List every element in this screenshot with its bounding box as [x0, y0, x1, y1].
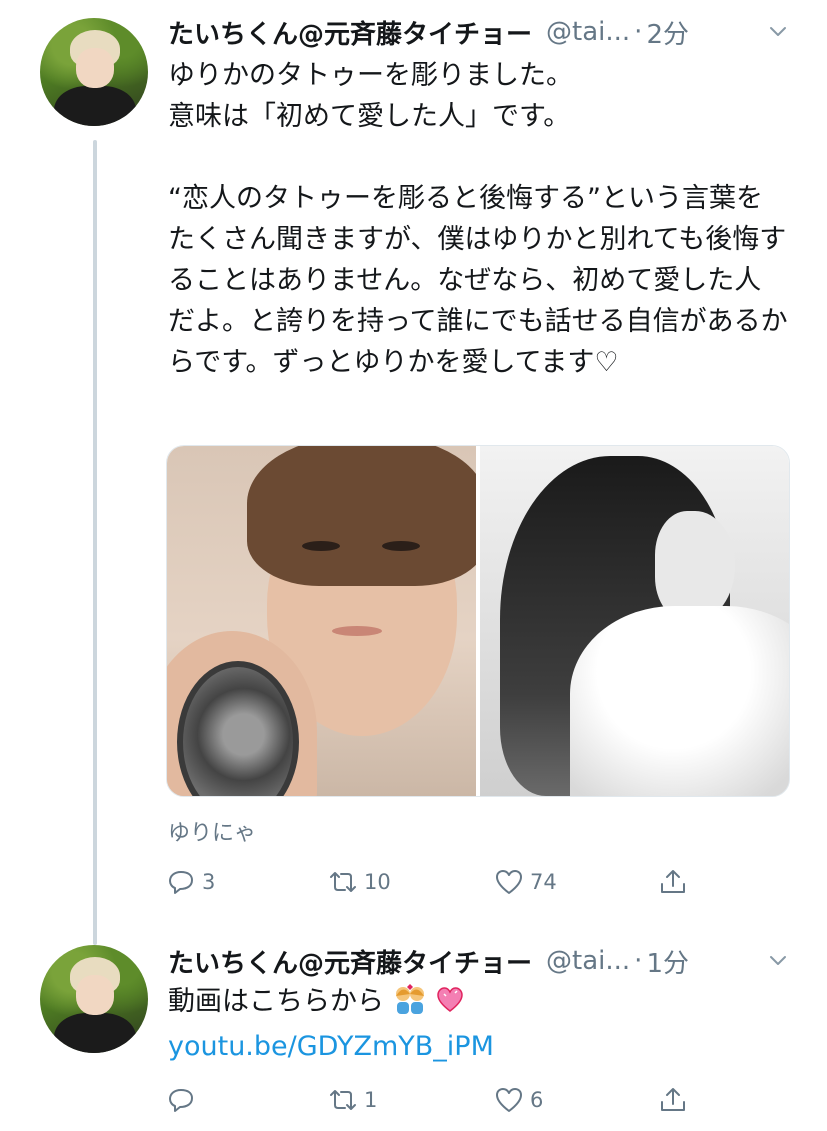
chevron-down-icon[interactable]: [768, 951, 788, 971]
avatar[interactable]: [40, 945, 148, 1053]
reply-icon: [169, 871, 193, 894]
display-name[interactable]: たいちくん@元斉藤タイチョー: [168, 943, 532, 980]
thread-connector: [93, 140, 97, 945]
like-count: 6: [530, 1088, 544, 1112]
media-photo-right[interactable]: [480, 446, 789, 796]
like-button[interactable]: 6: [494, 1080, 543, 1120]
display-name[interactable]: たいちくん@元斉藤タイチョー: [168, 14, 532, 51]
retweet-count: 10: [364, 870, 391, 894]
retweet-button[interactable]: 10: [328, 862, 391, 902]
like-button[interactable]: 74: [494, 862, 557, 902]
timestamp[interactable]: 1分: [646, 943, 689, 980]
chevron-down-icon[interactable]: [768, 22, 788, 42]
separator: ·: [634, 946, 643, 976]
share-button[interactable]: [658, 862, 688, 902]
sparkling-heart-emoji-icon: [435, 984, 465, 1026]
retweet-icon: [330, 872, 356, 892]
tweet-text: 動画はこちらから: [168, 981, 788, 1026]
reply-button[interactable]: [166, 1080, 202, 1120]
retweet-icon: [330, 1090, 356, 1110]
tweet-text-content: 動画はこちらから: [168, 986, 384, 1017]
tweet-actions: 3 10 74: [0, 862, 827, 902]
avatar[interactable]: [40, 18, 148, 126]
like-icon: [496, 870, 522, 894]
tweet-header: たいちくん@元斉藤タイチョー @tai... · 1分: [168, 941, 689, 981]
timestamp[interactable]: 2分: [646, 14, 689, 51]
handle[interactable]: @tai...: [546, 17, 630, 47]
separator: ·: [634, 17, 643, 47]
handle[interactable]: @tai...: [546, 946, 630, 976]
couple-emoji-icon: [393, 984, 427, 1026]
media-caption[interactable]: ゆりにゃ: [168, 815, 256, 847]
like-icon: [496, 1088, 522, 1112]
reply-button[interactable]: 3: [166, 862, 215, 902]
reply-icon: [169, 1089, 193, 1112]
retweet-count: 1: [364, 1088, 378, 1112]
reply-count: 3: [202, 870, 216, 894]
share-icon: [661, 870, 685, 893]
media-grid[interactable]: [166, 445, 790, 797]
tweet-header: たいちくん@元斉藤タイチョー @tai... · 2分: [168, 12, 689, 52]
tweet-text: ゆりかのタトゥーを彫りました。 意味は「初めて愛した人」です。 “恋人のタトゥー…: [168, 60, 788, 378]
tweet-actions: 1 6: [0, 1080, 827, 1120]
media-photo-left[interactable]: [167, 446, 476, 796]
retweet-button[interactable]: 1: [328, 1080, 377, 1120]
share-button[interactable]: [658, 1080, 688, 1120]
like-count: 74: [530, 870, 557, 894]
share-icon: [661, 1088, 685, 1111]
youtube-link[interactable]: youtu.be/GDYZmYB_iPM: [168, 1027, 494, 1067]
